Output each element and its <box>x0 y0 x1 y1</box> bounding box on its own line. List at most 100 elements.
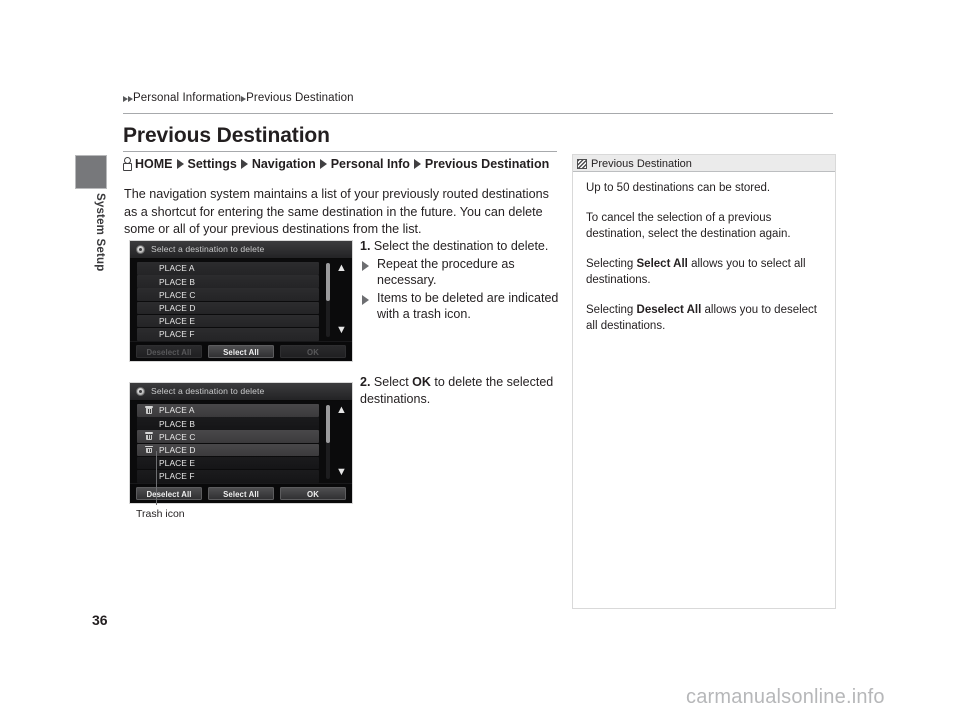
list-item[interactable]: PLACE D <box>137 301 319 315</box>
intro-paragraph: The navigation system maintains a list o… <box>124 187 549 236</box>
menu-path-separator-icon-4 <box>413 159 421 169</box>
nav-screen-header: Select a destination to delete <box>130 383 352 401</box>
list-scrollbar[interactable] <box>326 405 330 479</box>
note-paragraph-4: Selecting Deselect All allows you to des… <box>586 302 824 334</box>
list-item-label: PLACE D <box>159 302 196 313</box>
callout-label-trash-icon: Trash icon <box>136 508 185 520</box>
screenshot-destinations-marked: Select a destination to delete PLACE A P… <box>129 382 353 504</box>
breadcrumb-divider <box>123 113 833 114</box>
menu-path: HOME Settings Navigation Personal Info Previ… <box>123 157 549 171</box>
list-item[interactable]: PLACE F <box>137 469 319 483</box>
deselect-all-button[interactable]: Deselect All <box>136 345 202 358</box>
note-panel-header: Previous Destination <box>573 155 835 172</box>
list-item[interactable]: PLACE F <box>137 327 319 341</box>
list-item[interactable]: PLACE D <box>137 443 319 457</box>
ok-button[interactable]: OK <box>280 487 346 500</box>
note-marker-icon <box>577 158 587 169</box>
menu-disc-icon <box>136 387 145 396</box>
nav-screen-title: Select a destination to delete <box>151 244 265 254</box>
list-item-label: PLACE F <box>159 471 195 482</box>
list-item[interactable]: PLACE C <box>137 430 319 443</box>
list-item[interactable]: PLACE E <box>137 456 319 470</box>
nav-screen-body: PLACE A PLACE B PLACE C PLACE D PLACE E … <box>130 401 352 484</box>
deselect-all-button[interactable]: Deselect All <box>136 487 202 500</box>
step-2-number: 2. <box>360 375 371 389</box>
list-item-label: PLACE D <box>159 444 196 455</box>
note-paragraph-4-bold: Deselect All <box>636 304 702 316</box>
list-item-label: PLACE C <box>159 289 196 300</box>
step-1-substep-2: Items to be deleted are indicated with a… <box>360 290 560 323</box>
menu-disc-icon <box>136 245 145 254</box>
menu-path-personal-info: Personal Info <box>330 157 410 171</box>
note-panel: Previous Destination Up to 50 destinatio… <box>572 154 836 609</box>
menu-path-separator-icon-1 <box>176 159 184 169</box>
list-scrollbar[interactable] <box>326 263 330 337</box>
chevron-double-down-icon[interactable]: ▼ <box>336 467 347 478</box>
list-item-label: PLACE A <box>159 263 195 274</box>
step-2: 2. Select OK to delete the selected dest… <box>360 374 560 407</box>
trash-icon <box>145 406 153 414</box>
destination-list: PLACE A PLACE B PLACE C PLACE D PLACE E … <box>137 262 319 341</box>
breadcrumb: Personal Information Previous Destination <box>123 92 354 104</box>
select-all-button[interactable]: Select All <box>208 345 274 358</box>
page-title: Previous Destination <box>123 124 330 147</box>
note-paragraph-3-before: Selecting <box>586 258 634 270</box>
nav-screen-footer: Deselect All Select All OK <box>130 341 352 361</box>
step-1-substep-1-text: Repeat the procedure as necessary. <box>377 256 515 288</box>
list-item[interactable]: PLACE E <box>137 314 319 328</box>
bullet-arrow-icon <box>362 260 369 271</box>
step-1-number: 1. <box>360 239 371 253</box>
nav-screen-header: Select a destination to delete <box>130 241 352 259</box>
list-item-label: PLACE E <box>159 458 196 469</box>
note-panel-body: Up to 50 destinations can be stored. To … <box>586 180 824 334</box>
title-divider <box>123 151 557 152</box>
select-all-button[interactable]: Select All <box>208 487 274 500</box>
note-paragraph-2: To cancel the selection of a previous de… <box>586 212 791 240</box>
menu-path-settings: Settings <box>187 157 237 171</box>
list-item[interactable]: PLACE B <box>137 275 319 288</box>
step-1-substep-1: Repeat the procedure as necessary. <box>360 256 560 289</box>
screenshot-select-destination: Select a destination to delete PLACE A P… <box>129 240 353 362</box>
step-2-main: 2. Select OK to delete the selected dest… <box>360 374 560 407</box>
list-item-label: PLACE C <box>159 431 196 442</box>
breadcrumb-item-personal-information[interactable]: Personal Information <box>133 92 241 104</box>
nav-screen-footer: Deselect All Select All OK <box>130 483 352 503</box>
nav-screen-title: Select a destination to delete <box>151 386 265 396</box>
note-paragraph-3: Selecting Select All allows you to selec… <box>586 256 824 288</box>
note-panel-title: Previous Destination <box>591 157 692 170</box>
breadcrumb-item-previous-destination[interactable]: Previous Destination <box>246 92 353 104</box>
list-item-label: PLACE B <box>159 276 196 287</box>
bullet-arrow-icon <box>362 294 369 305</box>
menu-path-navigation: Navigation <box>251 157 316 171</box>
nav-screen-body: PLACE A PLACE B PLACE C PLACE D PLACE E … <box>130 259 352 342</box>
chevron-double-down-icon[interactable]: ▼ <box>336 325 347 336</box>
chevron-double-up-icon[interactable]: ▲ <box>336 263 347 274</box>
scrollbar-thumb[interactable] <box>326 405 330 443</box>
note-paragraph-1: Up to 50 destinations can be stored. <box>586 182 771 194</box>
step-1-text: Select the destination to delete. <box>373 239 549 253</box>
chevron-double-up-icon[interactable]: ▲ <box>336 405 347 416</box>
destination-list: PLACE A PLACE B PLACE C PLACE D PLACE E … <box>137 404 319 483</box>
callout-leader-line <box>156 451 157 505</box>
note-paragraph-4-before: Selecting <box>586 304 634 316</box>
page-number: 36 <box>92 612 108 628</box>
list-item[interactable]: PLACE B <box>137 417 319 430</box>
step-1-substep-2-text: Items to be deleted are indicated with a… <box>377 290 559 322</box>
menu-path-separator-icon-3 <box>319 159 327 169</box>
trash-icon <box>145 445 153 454</box>
trash-icon <box>145 432 153 441</box>
step-2-text-before: Select <box>373 375 409 389</box>
list-item[interactable]: PLACE A <box>137 404 319 417</box>
list-item-label: PLACE E <box>159 316 196 327</box>
scrollbar-thumb[interactable] <box>326 263 330 301</box>
list-item[interactable]: PLACE A <box>137 262 319 275</box>
list-item-label: PLACE F <box>159 329 195 340</box>
note-paragraph-3-bold: Select All <box>636 258 688 270</box>
list-item[interactable]: PLACE C <box>137 288 319 301</box>
list-item-label: PLACE A <box>159 405 195 416</box>
ok-button[interactable]: OK <box>280 345 346 358</box>
sidebar-section-label: System Setup <box>94 193 106 272</box>
step-2-ok-label: OK <box>412 375 431 389</box>
step-1: 1. Select the destination to delete. Rep… <box>360 238 560 323</box>
watermark: carmanualsonline.info <box>686 686 885 708</box>
